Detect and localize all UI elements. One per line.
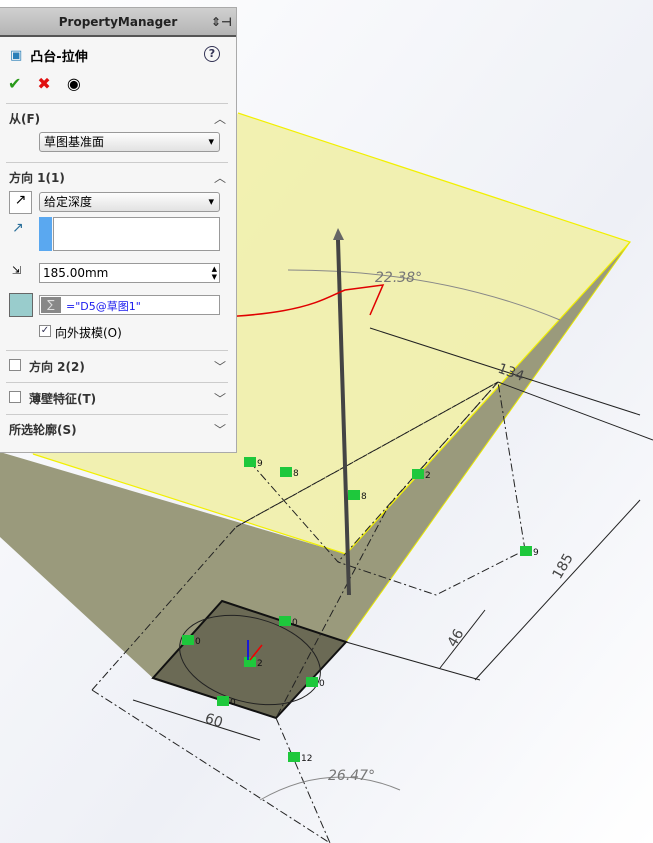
help-icon[interactable]: ? — [204, 46, 220, 62]
relation-label: 8 — [361, 492, 367, 502]
cancel-x-icon[interactable]: ✖ — [37, 74, 50, 93]
relation-label: 8 — [293, 469, 299, 479]
property-manager: PropertyManager ⇕⊣ ▣ 凸台-拉伸 ? ✔ ✖ ◉ 从(F) ︿ 草图基… — [0, 7, 237, 453]
relation-marker[interactable] — [348, 490, 360, 500]
preview-eye-icon[interactable]: ◉ — [67, 74, 81, 93]
panel-header: PropertyManager ⇕⊣ — [0, 8, 236, 37]
relation-marker[interactable] — [520, 546, 532, 556]
collapse-icon[interactable]: ︿ — [214, 110, 226, 127]
spinner[interactable]: ▲ ▼ — [212, 265, 217, 281]
section-direction2[interactable]: 方向 2(2) — [29, 358, 85, 375]
expand-icon[interactable]: ﹀ — [214, 390, 226, 407]
draft-outward-label: 向外拔模(O) — [55, 326, 122, 340]
collapse-icon[interactable]: ︿ — [214, 169, 226, 186]
relation-marker[interactable] — [412, 469, 424, 479]
extrude-icon: ▣ — [10, 48, 23, 63]
relation-marker[interactable] — [279, 616, 291, 626]
expand-icon[interactable]: ﹀ — [214, 358, 226, 375]
section-selected-contours[interactable]: 所选轮廓(S) — [9, 421, 77, 438]
relation-marker[interactable] — [217, 696, 229, 706]
relation-marker[interactable] — [288, 752, 300, 762]
pin-icon[interactable]: ⇕⊣ — [211, 15, 232, 29]
relation-label: 2 — [257, 659, 263, 669]
depth-icon: ⇲ — [12, 264, 22, 277]
relation-label: 9 — [533, 548, 539, 558]
relation-marker[interactable] — [244, 657, 256, 667]
section-direction1[interactable]: 方向 1(1) — [9, 169, 65, 186]
relation-label: 9 — [257, 459, 263, 469]
draft-toggle-button[interactable] — [9, 293, 33, 317]
draft-angle-input[interactable]: ∑ ="D5@草图1" — [39, 295, 220, 315]
relation-marker[interactable] — [280, 467, 292, 477]
feature-title: 凸台-拉伸 — [30, 50, 88, 65]
thin-feature-checkbox[interactable] — [9, 391, 21, 403]
relation-label: 2 — [425, 471, 431, 481]
direction-arrow-icon: ↗ — [12, 220, 24, 236]
relation-label: 0 — [195, 637, 201, 647]
end-condition-select[interactable]: 给定深度 — [39, 192, 220, 212]
relation-marker[interactable] — [244, 457, 256, 467]
draft-outward-checkbox[interactable]: ✓ — [39, 325, 51, 337]
reverse-direction-button[interactable]: ↗ — [9, 191, 32, 214]
dim-angle-bottom[interactable]: 26.47° — [328, 768, 375, 784]
from-select[interactable]: 草图基准面 — [39, 132, 220, 152]
section-from[interactable]: 从(F) — [9, 110, 40, 127]
relation-label: 0 — [319, 679, 325, 689]
relation-marker[interactable] — [182, 635, 194, 645]
direction-selection-box[interactable] — [53, 217, 220, 251]
ok-check-icon[interactable]: ✔ — [8, 74, 21, 93]
relation-marker[interactable] — [306, 677, 318, 687]
direction2-checkbox[interactable] — [9, 359, 21, 371]
relation-label: 12 — [301, 754, 312, 764]
selection-color-bar — [39, 217, 52, 251]
relation-label: 0 — [230, 698, 236, 708]
equation-icon: ∑ — [41, 297, 61, 313]
depth-input[interactable]: 185.00mm ▲ ▼ — [39, 263, 220, 283]
relation-label: 0 — [292, 618, 298, 628]
section-thin-feature[interactable]: 薄壁特征(T) — [29, 390, 96, 407]
expand-icon[interactable]: ﹀ — [214, 421, 226, 438]
dim-angle-top[interactable]: 22.38° — [375, 270, 422, 286]
